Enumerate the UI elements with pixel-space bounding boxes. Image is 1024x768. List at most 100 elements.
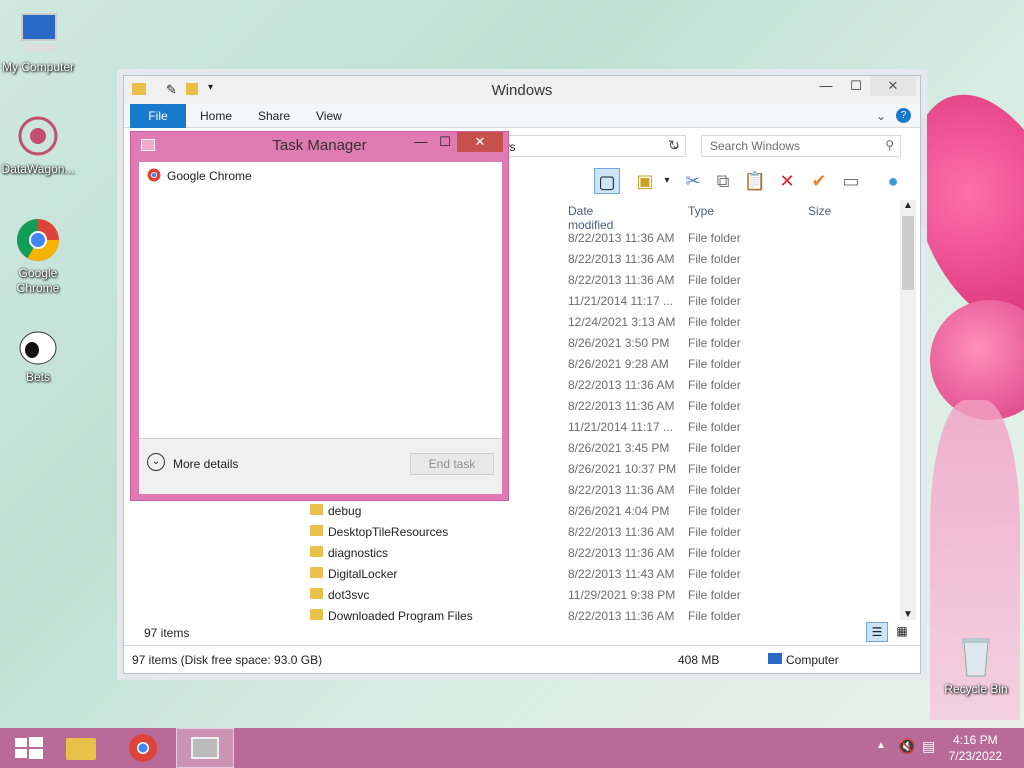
row-date: 8/26/2021 3:45 PM: [568, 441, 670, 455]
tab-share[interactable]: Share: [258, 104, 290, 128]
maximize-button[interactable]: ☐: [431, 132, 459, 152]
chevron-down-icon[interactable]: ⌄: [147, 453, 165, 471]
row-name: DigitalLocker: [328, 567, 398, 581]
cut-icon[interactable]: ✂: [680, 168, 706, 194]
more-details-button[interactable]: More details: [173, 457, 238, 471]
row-type: File folder: [688, 399, 741, 413]
task-manager-window[interactable]: Task Manager — ☐ ✕ Google Chrome ⌄ More …: [130, 131, 509, 501]
check-icon[interactable]: ✔: [806, 168, 832, 194]
desktop-icon-datawagon[interactable]: DataWagon...: [0, 112, 78, 177]
items-count: 97 items: [144, 626, 190, 640]
globe-icon[interactable]: ●: [880, 168, 906, 194]
tab-home[interactable]: Home: [200, 104, 232, 128]
table-row[interactable]: DigitalLocker 8/22/2013 11:43 AM File fold…: [124, 564, 899, 585]
volume-muted-icon[interactable]: 🔇: [898, 738, 915, 755]
row-date: 8/22/2013 11:36 AM: [568, 273, 675, 287]
scroll-down-icon[interactable]: ▼: [903, 609, 913, 620]
desktop-icon-google-chrome[interactable]: Google Chrome: [0, 216, 78, 296]
row-type: File folder: [688, 525, 741, 539]
row-type: File folder: [688, 378, 741, 392]
computer-icon: [768, 653, 782, 664]
close-button[interactable]: ✕: [457, 132, 503, 152]
copy-icon[interactable]: ⧉: [710, 168, 736, 194]
row-date: 8/26/2021 10:37 PM: [568, 462, 677, 476]
table-row[interactable]: Downloaded Program Files 8/22/2013 11:36 …: [124, 606, 899, 627]
network-icon[interactable]: ▤: [922, 738, 935, 755]
column-type[interactable]: Type: [688, 204, 714, 218]
large-icons-view-icon[interactable]: ▦: [892, 622, 912, 642]
chrome-icon: [14, 216, 62, 264]
desktop-icon-recycle-bin[interactable]: Recycle Bin: [936, 632, 1016, 697]
task-manager-footer: ⌄ More details End task: [139, 438, 502, 494]
row-name: dot3svc: [328, 588, 370, 602]
desktop-icon-my-computer[interactable]: My Computer: [0, 10, 78, 75]
computer-icon: [14, 10, 62, 58]
paste-icon[interactable]: 📋: [742, 168, 768, 194]
table-row[interactable]: diagnostics 8/22/2013 11:36 AM File folder: [124, 543, 899, 564]
taskbar-file-explorer[interactable]: [52, 728, 110, 768]
row-type: File folder: [688, 504, 741, 518]
taskbar-chrome[interactable]: [114, 728, 172, 768]
folder-icon: [310, 504, 323, 515]
desktop-icon-bets[interactable]: Bets: [0, 320, 78, 385]
end-task-button[interactable]: End task: [410, 453, 494, 475]
row-date: 8/26/2021 9:28 AM: [568, 357, 669, 371]
row-date: 8/22/2013 11:36 AM: [568, 231, 675, 245]
row-type: File folder: [688, 567, 741, 581]
row-date: 8/22/2013 11:43 AM: [568, 567, 675, 581]
folder-icon: [310, 609, 323, 620]
datawagon-icon: [14, 112, 62, 160]
column-size[interactable]: Size: [808, 204, 831, 218]
address-bar[interactable]: ws ⌄: [494, 135, 686, 157]
vertical-scrollbar[interactable]: ▲ ▼: [900, 200, 916, 620]
expand-ribbon-icon[interactable]: ⌄: [876, 109, 886, 123]
row-date: 8/22/2013 11:36 AM: [568, 399, 675, 413]
row-type: File folder: [688, 294, 741, 308]
options-dropdown-icon[interactable]: ▾: [654, 168, 680, 194]
row-date: 8/22/2013 11:36 AM: [568, 525, 675, 539]
chrome-icon: [129, 734, 157, 762]
row-type: File folder: [688, 315, 741, 329]
maximize-button[interactable]: ☐: [842, 76, 870, 96]
table-row[interactable]: dot3svc 11/29/2021 9:38 PM File folder: [124, 585, 899, 606]
start-button[interactable]: [0, 728, 58, 768]
app-list-item[interactable]: Google Chrome: [147, 168, 252, 183]
table-row[interactable]: debug 8/26/2021 4:04 PM File folder: [124, 501, 899, 522]
app-name: Google Chrome: [167, 169, 252, 183]
row-date: 8/22/2013 11:36 AM: [568, 378, 675, 392]
row-type: File folder: [688, 588, 741, 602]
details-view-icon[interactable]: ☰: [866, 622, 888, 642]
tab-file[interactable]: File: [130, 104, 186, 128]
refresh-icon[interactable]: ↻: [668, 137, 680, 154]
folder-icon: [310, 525, 323, 536]
search-input[interactable]: Search Windows ⚲: [701, 135, 901, 157]
minimize-button[interactable]: —: [812, 76, 840, 96]
desktop-icon-label: Bets: [25, 370, 50, 384]
scroll-thumb[interactable]: [902, 216, 914, 290]
help-icon[interactable]: ?: [896, 108, 911, 123]
taskbar-task-manager[interactable]: [176, 728, 234, 768]
status-location: Computer: [786, 653, 839, 667]
folder-icon: [310, 567, 323, 578]
tab-view[interactable]: View: [316, 104, 342, 128]
delete-icon[interactable]: ✕: [774, 168, 800, 194]
row-date: 11/29/2021 9:38 PM: [568, 588, 676, 602]
scroll-up-icon[interactable]: ▲: [903, 200, 913, 211]
rename-icon[interactable]: ▭: [838, 168, 864, 194]
row-name: diagnostics: [328, 546, 389, 560]
clock-time: 4:16 PM: [952, 733, 998, 747]
folder-icon: [66, 738, 96, 760]
preview-pane-icon[interactable]: ▢: [594, 168, 620, 194]
desktop-icon-label: Google Chrome: [16, 266, 60, 295]
taskbar: ▲ 🔇 ▤ 4:16 PM 7/23/2022: [0, 728, 1024, 768]
row-type: File folder: [688, 231, 741, 245]
system-clock[interactable]: 4:16 PM 7/23/2022: [949, 732, 1002, 764]
close-button[interactable]: ✕: [870, 76, 916, 96]
explorer-titlebar[interactable]: ✎ ▾ Windows — ☐ ✕: [124, 76, 920, 104]
row-type: File folder: [688, 357, 741, 371]
row-name: debug: [328, 504, 362, 518]
table-row[interactable]: DesktopTileResources 8/22/2013 11:36 AM Fi…: [124, 522, 899, 543]
row-name: Downloaded Program Files: [328, 609, 473, 623]
show-hidden-icons-icon[interactable]: ▲: [876, 740, 886, 751]
row-date: 8/22/2013 11:36 AM: [568, 609, 675, 623]
